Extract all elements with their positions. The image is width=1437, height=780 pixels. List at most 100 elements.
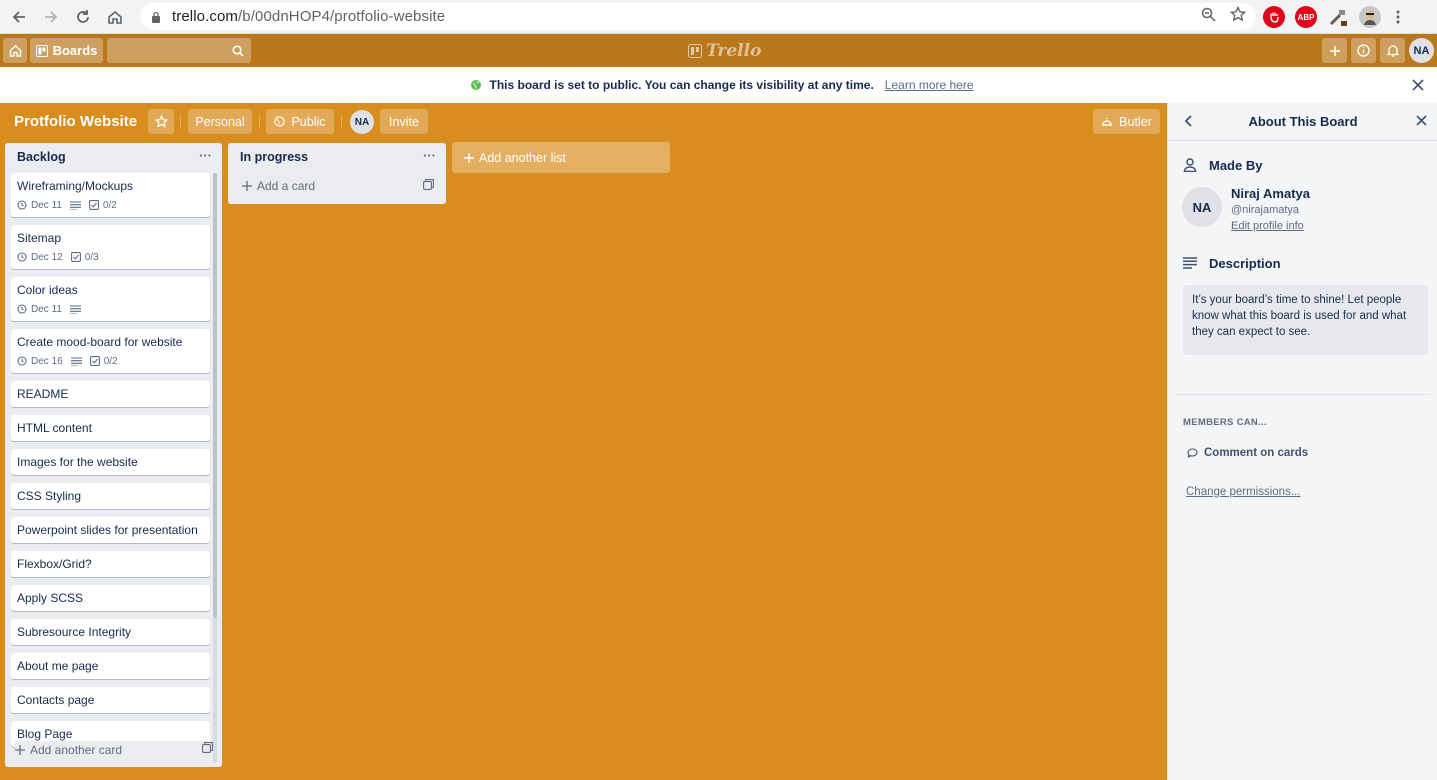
list-menu-icon[interactable]: ··· [199, 148, 212, 163]
checklist-icon [89, 356, 100, 366]
home-icon[interactable] [99, 1, 131, 33]
card[interactable]: Flexbox/Grid? [11, 551, 210, 577]
card[interactable]: Apply SCSS [11, 585, 210, 611]
description-icon [70, 356, 82, 366]
trello-logo[interactable]: Trello [688, 41, 762, 61]
browser-menu-icon[interactable] [1391, 6, 1405, 28]
card[interactable]: Powerpoint slides for presentation [11, 517, 210, 543]
clock-icon [17, 200, 27, 210]
add-card-button[interactable]: Add another card [15, 741, 213, 759]
close-icon[interactable] [1415, 114, 1428, 132]
house-icon [9, 45, 21, 57]
card-title: Sitemap [17, 231, 62, 245]
trello-logo-text: Trello [706, 41, 762, 61]
card-title: HTML content [17, 421, 92, 435]
person-icon [1183, 158, 1197, 172]
clock-icon [17, 304, 27, 314]
card-title: Create mood-board for website [17, 335, 183, 349]
description-label: Description [1209, 256, 1281, 271]
url-text: trello.com/b/00dnHOP4/protfolio-website [172, 8, 446, 25]
due-date-badge: Dec 16 [17, 354, 63, 369]
plus-icon [1329, 45, 1340, 56]
zoom-icon[interactable] [1201, 7, 1216, 27]
search-input[interactable] [107, 38, 251, 63]
member-avatar[interactable]: NA [350, 110, 374, 134]
info-icon [1357, 44, 1370, 57]
close-notice-icon[interactable] [1409, 76, 1427, 94]
invite-button[interactable]: Invite [380, 109, 428, 134]
board-title[interactable]: Protfolio Website [14, 113, 137, 130]
due-date-badge: Dec 12 [17, 250, 63, 265]
card[interactable]: README [11, 381, 210, 407]
separator [180, 115, 181, 129]
clock-icon [17, 252, 27, 262]
checklist-icon [89, 200, 99, 210]
team-button[interactable]: Personal [188, 109, 252, 134]
card-title: Contacts page [17, 693, 95, 707]
card[interactable]: Images for the website [11, 449, 210, 475]
list-title[interactable]: Backlog [17, 150, 66, 164]
globe-icon [274, 116, 286, 127]
sidebar-title: About This Board [1248, 114, 1358, 129]
checklist-icon [70, 252, 81, 262]
sidebar-header: About This Board [1168, 103, 1437, 141]
butler-icon [1102, 118, 1113, 126]
public-board-notice: This board is set to public. You can cha… [0, 67, 1437, 103]
card[interactable]: About me page [11, 653, 210, 679]
card-template-icon[interactable] [202, 742, 213, 756]
info-button[interactable] [1351, 38, 1376, 63]
due-date-badge: Dec 11 [17, 198, 62, 213]
reload-icon[interactable] [67, 1, 99, 33]
extension-block-icon[interactable] [1263, 6, 1285, 28]
address-bar[interactable]: trello.com/b/00dnHOP4/protfolio-website [140, 3, 1256, 30]
card-title: Apply SCSS [17, 591, 84, 605]
card-badges: Dec 16 0/2 [17, 354, 204, 368]
card[interactable]: CSS Styling [11, 483, 210, 509]
card[interactable]: HTML content [11, 415, 210, 441]
notifications-button[interactable] [1380, 38, 1405, 63]
list-backlog: Backlog ··· Wireframing/Mockups Dec 11 0… [5, 143, 222, 767]
card-title: Powerpoint slides for presentation [17, 523, 198, 537]
adblock-icon[interactable]: ABP [1295, 6, 1317, 28]
list-scrollbar[interactable] [213, 173, 217, 763]
scrollbar-thumb[interactable] [213, 173, 217, 618]
description-text[interactable]: It’s your board’s time to shine! Let peo… [1183, 285, 1428, 355]
bookmark-star-icon[interactable] [1229, 5, 1247, 27]
boards-button[interactable]: Boards [30, 38, 103, 63]
made-by-label: Made By [1209, 158, 1263, 173]
list-menu-icon[interactable]: ··· [423, 148, 436, 163]
card[interactable]: Sitemap Dec 12 0/3 [11, 225, 210, 269]
butler-button[interactable]: Butler [1093, 109, 1160, 134]
card-badges: Dec 12 0/3 [17, 250, 204, 264]
list-title[interactable]: In progress [240, 150, 308, 164]
forward-icon[interactable] [35, 1, 67, 33]
card[interactable]: Wireframing/Mockups Dec 11 0/2 [11, 173, 210, 217]
globe-icon [471, 80, 482, 90]
star-board-button[interactable] [148, 109, 174, 134]
boards-label: Boards [52, 43, 98, 58]
card-template-icon[interactable] [423, 179, 434, 193]
add-list-button[interactable]: Add another list [452, 142, 670, 173]
separator [259, 115, 260, 129]
list-in-progress: In progress ··· Add a card [228, 143, 446, 204]
back-icon[interactable] [3, 1, 35, 33]
checklist-badge: 0/2 [89, 354, 118, 369]
card[interactable]: Create mood-board for website Dec 16 0/2 [11, 329, 210, 373]
edit-profile-link[interactable]: Edit profile info [1231, 220, 1304, 232]
change-permissions-link[interactable]: Change permissions... [1186, 486, 1300, 498]
add-card-button[interactable]: Add a card [242, 178, 434, 194]
create-button[interactable] [1322, 38, 1347, 63]
profile-avatar-icon[interactable] [1359, 6, 1381, 28]
card-title: About me page [17, 659, 99, 673]
extension-tool-icon[interactable] [1327, 6, 1349, 28]
learn-more-link[interactable]: Learn more here [885, 78, 974, 92]
trello-logo-icon [688, 44, 702, 58]
owner-avatar[interactable]: NA [1182, 187, 1222, 227]
boards-icon [35, 44, 48, 57]
card[interactable]: Subresource Integrity [11, 619, 210, 645]
visibility-button[interactable]: Public [266, 109, 334, 134]
user-avatar[interactable]: NA [1409, 38, 1434, 63]
home-button[interactable] [3, 38, 27, 63]
card[interactable]: Color ideas Dec 11 [11, 277, 210, 321]
card[interactable]: Contacts page [11, 687, 210, 713]
